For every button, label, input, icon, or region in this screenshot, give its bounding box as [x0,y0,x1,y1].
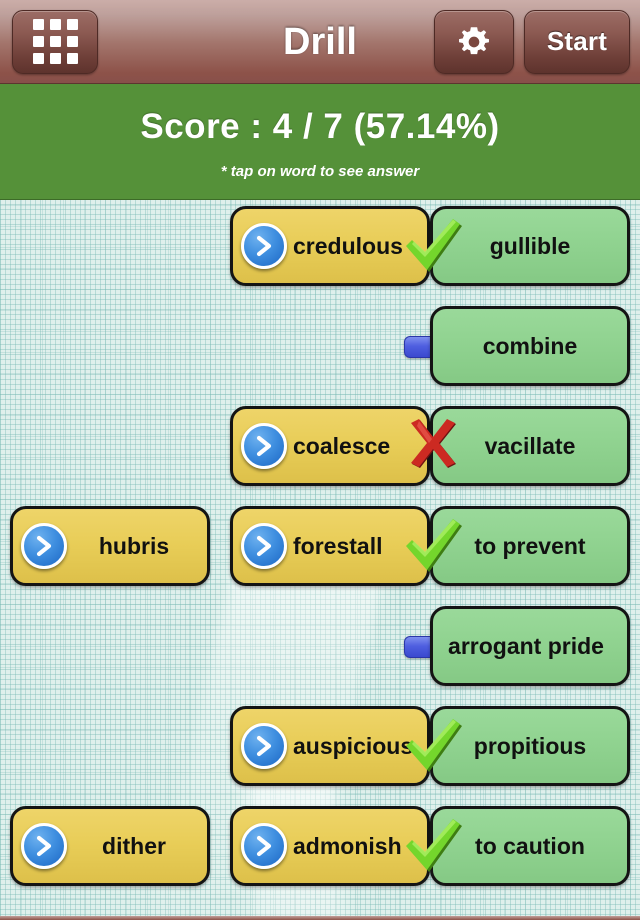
definition-card[interactable]: propitious [430,706,630,786]
score-text: Score : 4 / 7 (57.14%) [140,107,500,146]
word-label: coalesce [293,432,391,459]
drill-row: coalesce vacillate [0,406,640,486]
definition-label: to caution [475,832,585,859]
drill-row: auspicious propitious [0,706,640,786]
drill-row: hubris forestall to prevent [0,506,640,586]
drill-row: combine [0,306,640,386]
word-card[interactable]: forestall [230,506,430,586]
word-card[interactable]: dither [10,806,210,886]
start-button[interactable]: Start [524,9,630,74]
definition-card[interactable]: vacillate [430,406,630,486]
score-hint: * tap on word to see answer [220,163,420,180]
navigation-bar: Drill Start [0,0,640,84]
definition-label: to prevent [474,532,586,559]
drill-row: dither admonish to caution [0,806,640,886]
word-card[interactable]: hubris [10,506,210,586]
score-band: Score : 4 / 7 (57.14%) * tap on word to … [0,84,640,200]
word-label: dither [102,832,166,859]
word-label: hubris [98,532,170,559]
chevron-right-icon[interactable] [241,223,287,269]
drill-screen: Drill Start Score : 4 / 7 (57.14%) * tap… [0,0,640,920]
definition-card[interactable]: arrogant pride [430,606,630,686]
chevron-right-icon[interactable] [241,423,287,469]
grid-menu-button[interactable] [12,9,98,74]
word-label: credulous [293,232,403,259]
drill-board: credulous gullible combine coalesce vacillat… [0,200,640,920]
start-button-label: Start [546,26,608,56]
definition-label: propitious [473,732,587,759]
word-card[interactable]: auspicious [230,706,430,786]
definition-label: combine [482,332,578,359]
gear-icon [459,26,489,54]
definition-label: gullible [489,232,571,259]
settings-button[interactable] [434,9,514,74]
word-label: forestall [293,532,383,559]
word-card[interactable]: coalesce [230,406,430,486]
word-label: admonish [293,832,402,859]
drill-row: credulous gullible [0,206,640,286]
word-card[interactable]: admonish [230,806,430,886]
definition-label: vacillate [484,432,576,459]
chevron-right-icon[interactable] [241,523,287,569]
word-card[interactable]: credulous [230,206,430,286]
definition-label: arrogant pride [448,632,604,659]
chevron-right-icon[interactable] [21,523,67,569]
bottom-edge-decoration [0,916,640,920]
drill-row: arrogant pride [0,606,640,686]
definition-card[interactable]: combine [430,306,630,386]
chevron-right-icon[interactable] [21,823,67,869]
definition-card[interactable]: to caution [430,806,630,886]
grid-icon [32,19,78,64]
definition-card[interactable]: to prevent [430,506,630,586]
definition-card[interactable]: gullible [430,206,630,286]
chevron-right-icon[interactable] [241,723,287,769]
word-label: auspicious [293,732,414,759]
chevron-right-icon[interactable] [241,823,287,869]
